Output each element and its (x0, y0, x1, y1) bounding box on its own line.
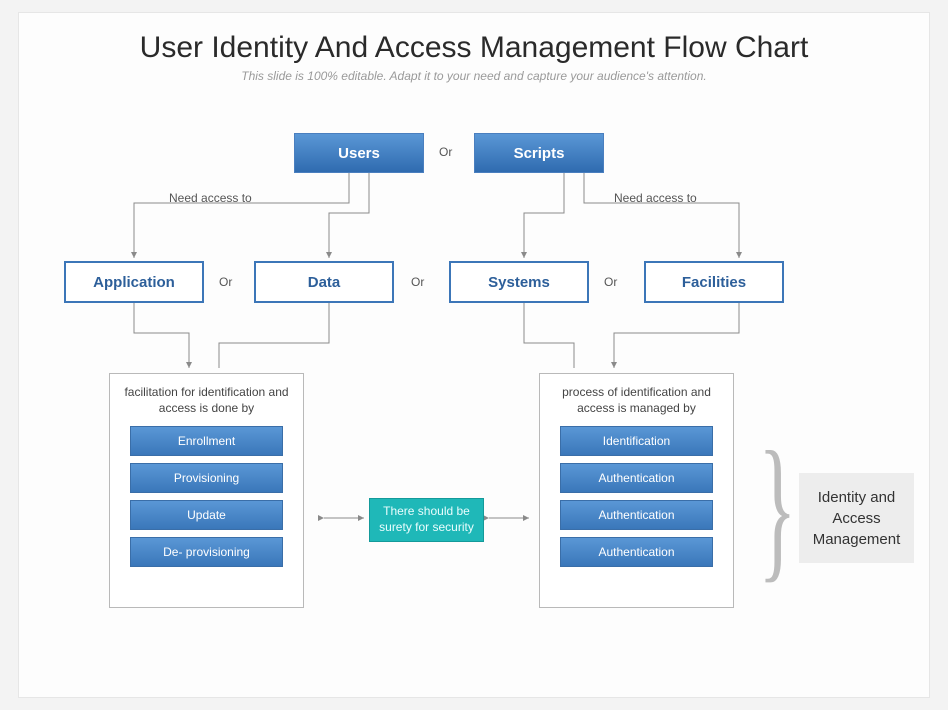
node-users-label: Users (338, 145, 380, 162)
node-center-note-label: There should be surety for security (378, 504, 475, 535)
node-center-note: There should be surety for security (369, 498, 484, 542)
pill-update: Update (130, 500, 283, 530)
pill-authentication-3: Authentication (560, 537, 713, 567)
node-data: Data (254, 261, 394, 303)
slide-frame: User Identity And Access Management Flow… (18, 12, 930, 698)
label-or-top: Or (439, 145, 452, 159)
pill-provisioning: Provisioning (130, 463, 283, 493)
brace-icon: } (758, 443, 796, 571)
slide-title: User Identity And Access Management Flow… (19, 13, 929, 69)
slide-subtitle: This slide is 100% editable. Adapt it to… (19, 69, 929, 93)
node-scripts-label: Scripts (514, 145, 565, 162)
node-facilities-label: Facilities (682, 274, 746, 291)
node-data-label: Data (308, 274, 341, 291)
panel-process-caption: process of identification and access is … (554, 384, 719, 416)
node-iam-label: Identity and Access Management (807, 487, 906, 550)
panel-facilitation: facilitation for identification and acce… (109, 373, 304, 608)
label-or-1: Or (219, 275, 232, 289)
label-need-access-right: Need access to (614, 191, 697, 205)
label-or-2: Or (411, 275, 424, 289)
node-application: Application (64, 261, 204, 303)
label-need-access-left: Need access to (169, 191, 252, 205)
pill-authentication-1: Authentication (560, 463, 713, 493)
panel-facilitation-caption: facilitation for identification and acce… (124, 384, 289, 416)
node-users: Users (294, 133, 424, 173)
node-facilities: Facilities (644, 261, 784, 303)
pill-identification: Identification (560, 426, 713, 456)
node-systems-label: Systems (488, 274, 550, 291)
node-scripts: Scripts (474, 133, 604, 173)
label-or-3: Or (604, 275, 617, 289)
node-iam: Identity and Access Management (799, 473, 914, 563)
node-application-label: Application (93, 274, 175, 291)
panel-process: process of identification and access is … (539, 373, 734, 608)
node-systems: Systems (449, 261, 589, 303)
pill-deprovisioning: De- provisioning (130, 537, 283, 567)
pill-authentication-2: Authentication (560, 500, 713, 530)
pill-enrollment: Enrollment (130, 426, 283, 456)
